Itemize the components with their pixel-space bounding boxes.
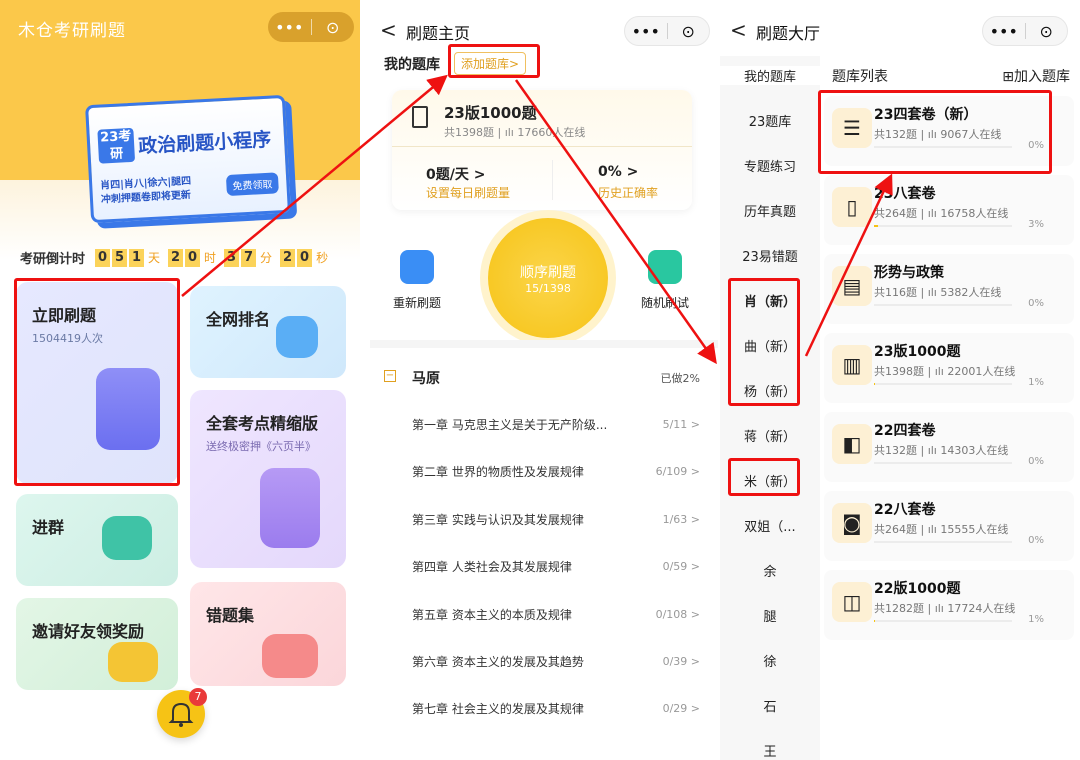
arrow-to-bank-list [804, 173, 893, 357]
annotation-arrows [181, 74, 893, 365]
arrow-to-sidebar [514, 79, 717, 365]
arrow-to-add-bank [181, 74, 448, 297]
